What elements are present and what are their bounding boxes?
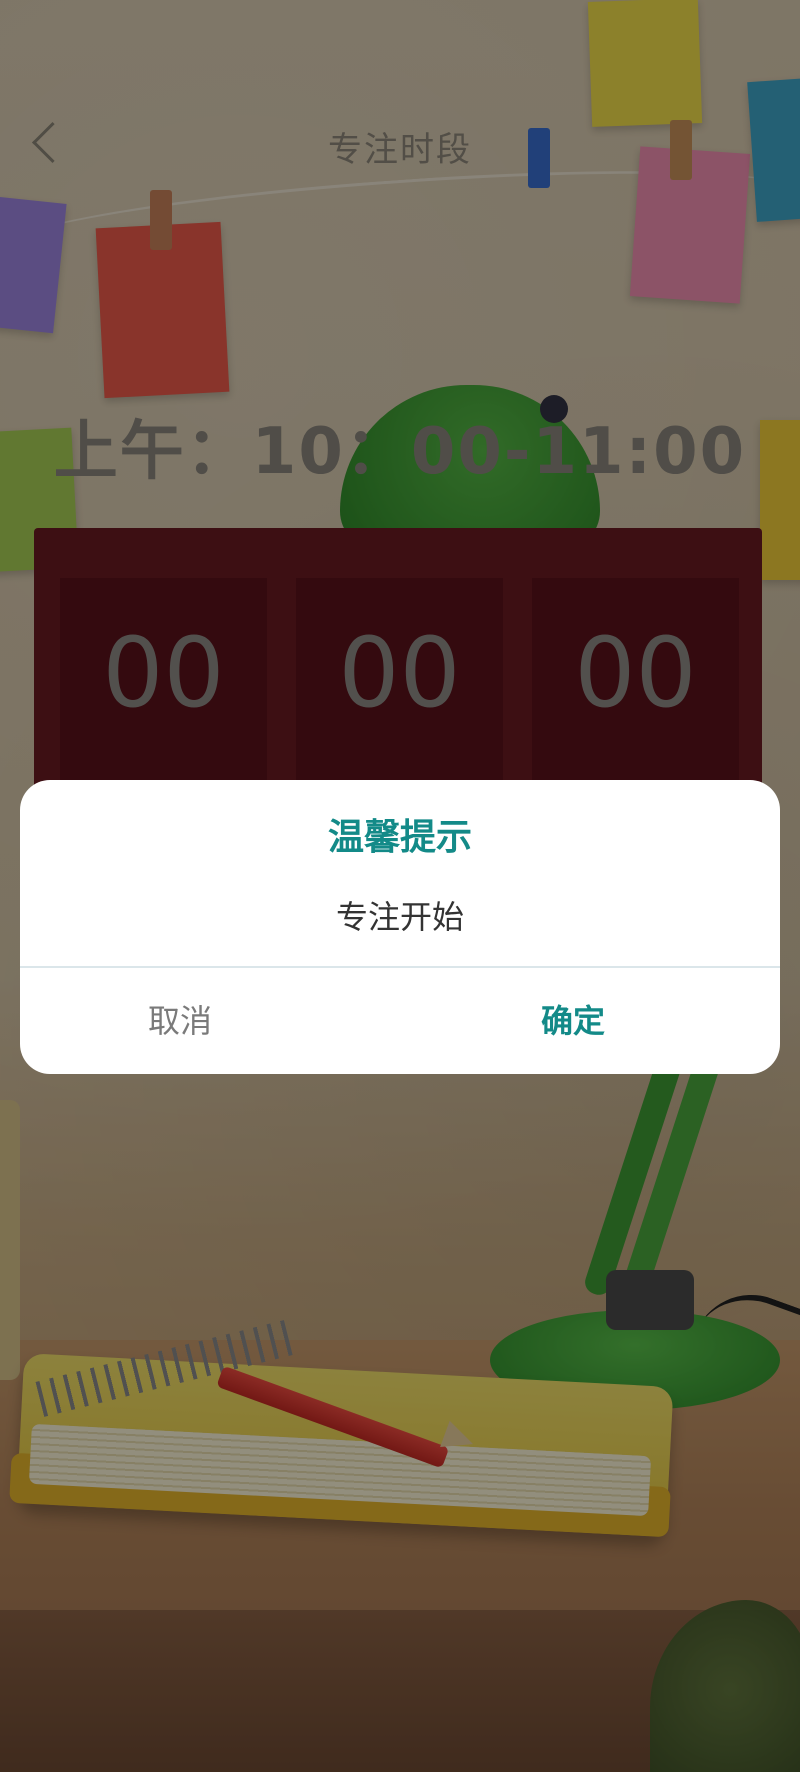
reminder-dialog: 温馨提示 专注开始 取消 确定 [20,780,780,1074]
cancel-button[interactable]: 取消 [20,968,400,1074]
dialog-title: 温馨提示 [327,817,472,858]
dialog-message: 专注开始 [335,898,464,936]
confirm-button[interactable]: 确定 [400,968,780,1074]
